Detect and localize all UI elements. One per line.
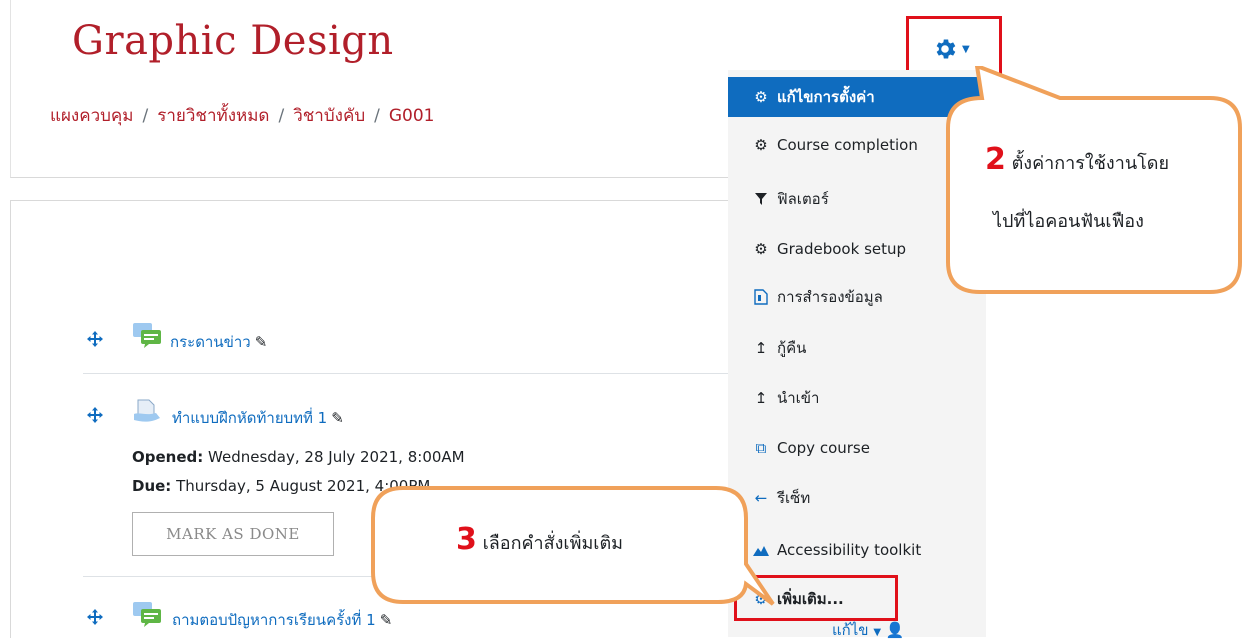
menu-item-restore[interactable]: ↥ กู้คืน	[728, 328, 986, 368]
menu-item-copy-course[interactable]: ⧉ Copy course	[728, 428, 986, 468]
breadcrumb-separator: /	[278, 106, 285, 126]
move-icon[interactable]	[87, 609, 103, 625]
course-settings-menu-toggle[interactable]: ▼	[932, 36, 970, 62]
activity-link[interactable]: ทำแบบฝึกหัดท้ายบทที่ 1	[172, 409, 327, 427]
edit-menu-link[interactable]: แก้ไข ▼ 👤	[832, 618, 905, 642]
upload-arrow-icon: ↥	[754, 339, 768, 357]
breadcrumb-item-dashboard[interactable]: แผงควบคุม	[50, 106, 134, 126]
gear-icon	[936, 39, 956, 59]
backup-file-icon	[752, 289, 770, 305]
divider	[83, 373, 743, 374]
move-icon[interactable]	[87, 407, 103, 423]
chevron-down-icon: ▼	[962, 43, 970, 55]
mark-as-done-button[interactable]: MARK AS DONE	[132, 512, 334, 556]
move-icon[interactable]	[87, 331, 103, 347]
callout-2-text-line2: ไปที่ไอคอนฟันเฟือง	[993, 211, 1144, 232]
breadcrumb-item-category[interactable]: วิชาบังคับ	[293, 106, 365, 126]
callout-3-text: 3 เลือกคำสั่งเพิ่มเติม	[456, 522, 624, 557]
assignment-icon	[134, 399, 160, 422]
activity-link[interactable]: กระดานข่าว	[170, 333, 251, 351]
filter-icon	[752, 193, 770, 205]
breadcrumb-item-course[interactable]: G001	[389, 106, 435, 126]
activity-forum-qa: ถามตอบปัญหาการเรียนครั้งที่ 1 ✎	[172, 608, 392, 632]
breadcrumb-item-all-courses[interactable]: รายวิชาทั้งหมด	[157, 106, 269, 126]
chevron-down-icon: ▼	[873, 627, 882, 638]
upload-arrow-icon: ↥	[754, 389, 768, 407]
activity-forum-news: กระดานข่าว ✎	[170, 330, 267, 354]
activity-link[interactable]: ถามตอบปัญหาการเรียนครั้งที่ 1	[172, 611, 376, 629]
copy-icon: ⧉	[755, 439, 767, 457]
user-icon: 👤	[885, 621, 905, 639]
activity-assignment-1: ทำแบบฝึกหัดท้ายบทที่ 1 ✎	[172, 406, 344, 430]
opened-date: Opened: Wednesday, 28 July 2021, 8:00AM	[132, 448, 465, 466]
breadcrumb-separator: /	[142, 106, 149, 126]
edit-pencil-icon[interactable]: ✎	[331, 409, 344, 427]
callout-2-bubble	[946, 66, 1242, 294]
callout-2-text: 2 ตั้งค่าการใช้งานโดย	[985, 142, 1170, 177]
forum-icon	[133, 323, 161, 348]
menu-item-import[interactable]: ↥ นำเข้า	[728, 378, 986, 418]
gear-icon: ⚙	[754, 88, 768, 106]
breadcrumb-separator: /	[374, 106, 380, 126]
gear-icon: ⚙	[754, 136, 768, 154]
page-title: Graphic Design	[72, 18, 394, 64]
forum-icon	[133, 602, 161, 627]
breadcrumb: แผงควบคุม / รายวิชาทั้งหมด / วิชาบังคับ / G001	[50, 102, 434, 129]
gear-icon: ⚙	[754, 240, 768, 258]
edit-pencil-icon[interactable]: ✎	[255, 333, 268, 351]
